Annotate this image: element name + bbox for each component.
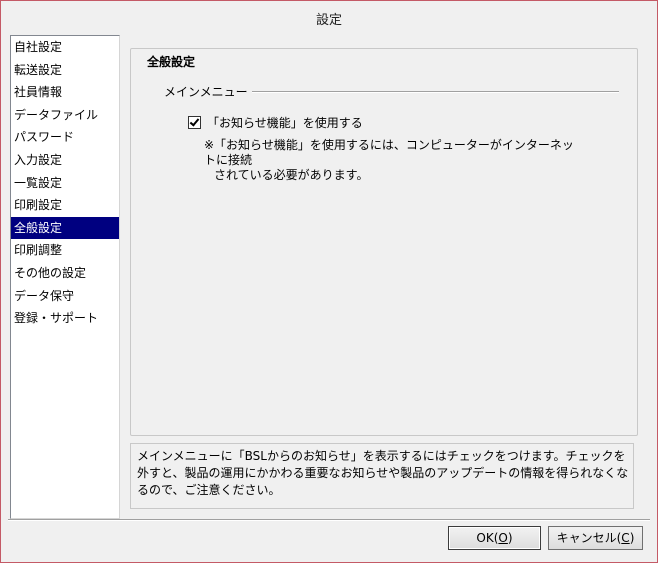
sidebar-item-list[interactable]: 一覧設定 xyxy=(11,172,119,195)
sidebar-item-company[interactable]: 自社設定 xyxy=(11,36,119,59)
section-divider xyxy=(238,91,619,93)
cancel-button-label: キャンセル( xyxy=(556,531,622,545)
sidebar-item-print[interactable]: 印刷設定 xyxy=(11,194,119,217)
cancel-button-suffix: ) xyxy=(629,531,635,545)
ok-button-label: OK( xyxy=(476,531,499,545)
settings-category-list[interactable]: 自社設定 転送設定 社員情報 データファイル パスワード 入力設定 一覧設定 印… xyxy=(10,35,120,519)
footer-divider xyxy=(8,519,650,521)
notice-feature-label[interactable]: 「お知らせ機能」を使用する xyxy=(207,114,363,131)
general-settings-group: 全般設定 メインメニュー 「お知らせ機能」を使用する ※「お知らせ機能」を使用す… xyxy=(130,48,638,436)
ok-button[interactable]: OK(O) xyxy=(448,526,541,550)
sidebar-item-input[interactable]: 入力設定 xyxy=(11,149,119,172)
cancel-button-accelerator: C xyxy=(621,531,630,545)
dialog-client: 自社設定 転送設定 社員情報 データファイル パスワード 入力設定 一覧設定 印… xyxy=(8,33,650,554)
section-title: メインメニュー xyxy=(164,83,252,100)
notice-feature-note: ※「お知らせ機能」を使用するには、コンピューターがインターネットに接続 されてい… xyxy=(204,138,584,183)
notice-feature-checkbox[interactable] xyxy=(188,116,201,129)
sidebar-item-other[interactable]: その他の設定 xyxy=(11,262,119,285)
sidebar-item-data-maintenance[interactable]: データ保守 xyxy=(11,285,119,308)
title-bar[interactable]: 設定 xyxy=(1,1,657,33)
cancel-button[interactable]: キャンセル(C) xyxy=(548,526,643,550)
ok-button-suffix: ) xyxy=(507,531,513,545)
settings-panel: 全般設定 メインメニュー 「お知らせ機能」を使用する ※「お知らせ機能」を使用す… xyxy=(122,35,648,517)
ok-button-accelerator: O xyxy=(498,531,508,545)
notice-feature-option[interactable]: 「お知らせ機能」を使用する xyxy=(188,114,363,131)
sidebar-item-registration-support[interactable]: 登録・サポート xyxy=(11,307,119,330)
window-title: 設定 xyxy=(315,13,342,28)
group-title: 全般設定 xyxy=(144,53,199,70)
sidebar-item-data-file[interactable]: データファイル xyxy=(11,104,119,127)
sidebar-item-employee[interactable]: 社員情報 xyxy=(11,81,119,104)
sidebar-item-print-adjust[interactable]: 印刷調整 xyxy=(11,239,119,262)
settings-dialog: 設定 自社設定 転送設定 社員情報 データファイル パスワード 入力設定 一覧設… xyxy=(0,0,658,563)
help-description: メインメニューに「BSLからのお知らせ」を表示するにはチェックをつけます。チェッ… xyxy=(130,443,634,509)
note-line-1: ※「お知らせ機能」を使用するには、コンピューターがインターネットに接続 xyxy=(204,138,574,167)
sidebar-item-transfer[interactable]: 転送設定 xyxy=(11,59,119,82)
sidebar-item-general[interactable]: 全般設定 xyxy=(11,216,119,240)
sidebar-item-password[interactable]: パスワード xyxy=(11,126,119,149)
note-line-2: されている必要があります。 xyxy=(214,168,369,182)
